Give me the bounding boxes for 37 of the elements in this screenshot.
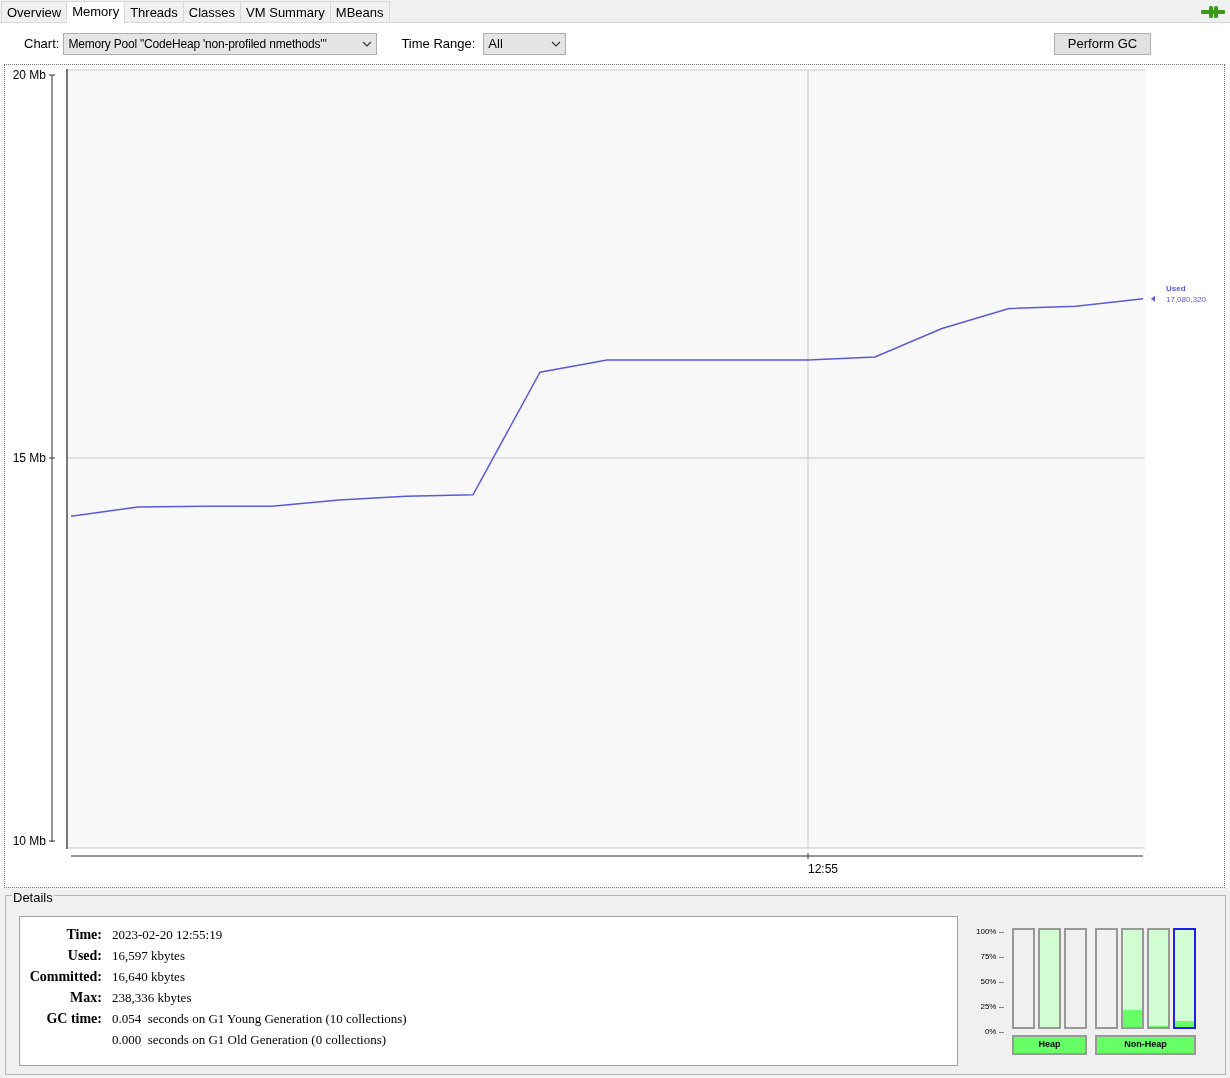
detail-value: 238,336 kbytes: [112, 989, 192, 1007]
x-tick-label: 12:55: [808, 862, 839, 876]
caret-icon: [551, 40, 562, 47]
caret-icon: [362, 40, 373, 47]
detail-label: GC time:: [45, 1010, 102, 1028]
detail-label: Committed:: [28, 968, 102, 986]
percent-label: 75% --: [979, 951, 1004, 962]
time-range-dropdown[interactable]: All: [483, 32, 567, 55]
detail-value: 2023-02-20 12:55:19: [112, 926, 223, 944]
chart-dropdown[interactable]: Memory Pool "CodeHeap 'non-profiled nmethods'": [63, 32, 378, 55]
detail-value: 16,640 kbytes: [112, 968, 185, 986]
percent-label: 0% --: [983, 1026, 1004, 1037]
perform-gc-button[interactable]: Perform GC: [1054, 32, 1151, 55]
series-value: 17,080,320: [1166, 294, 1207, 304]
tab[interactable]: Overview: [1, 1, 68, 22]
tab[interactable]: VM Summary: [240, 1, 331, 22]
detail-value: 0.054 seconds on G1 Young Generation (10 collections): [112, 1010, 407, 1028]
y-tick-label: 20 Mb: [12, 68, 46, 82]
pool-group-label[interactable]: Non-Heap: [1095, 1035, 1196, 1055]
percent-label: 100% --: [975, 926, 1004, 937]
detail-value: 16,597 kbytes: [112, 947, 185, 965]
percent-label: 25% --: [979, 1001, 1004, 1012]
detail-label: Used:: [66, 947, 102, 965]
y-tick-label: 10 Mb: [12, 834, 46, 848]
detail-label: Max:: [69, 989, 102, 1007]
memory-pool-bar[interactable]: [1173, 928, 1196, 1029]
detail-label: Time:: [65, 926, 102, 944]
detail-value: 0.000 seconds on G1 Old Generation (0 collections): [112, 1031, 388, 1049]
tab[interactable]: Memory: [66, 1, 126, 23]
pointer-icon: [1151, 295, 1155, 302]
series-name: Used: [1166, 283, 1186, 293]
time-range-label: Time Range:: [401, 34, 476, 53]
percent-label: 50% --: [979, 976, 1004, 987]
chart-label: Chart:: [24, 34, 60, 53]
y-tick-label: 15 Mb: [12, 451, 46, 465]
tab[interactable]: MBeans: [329, 1, 390, 22]
pool-group-label[interactable]: Heap: [1012, 1035, 1087, 1055]
